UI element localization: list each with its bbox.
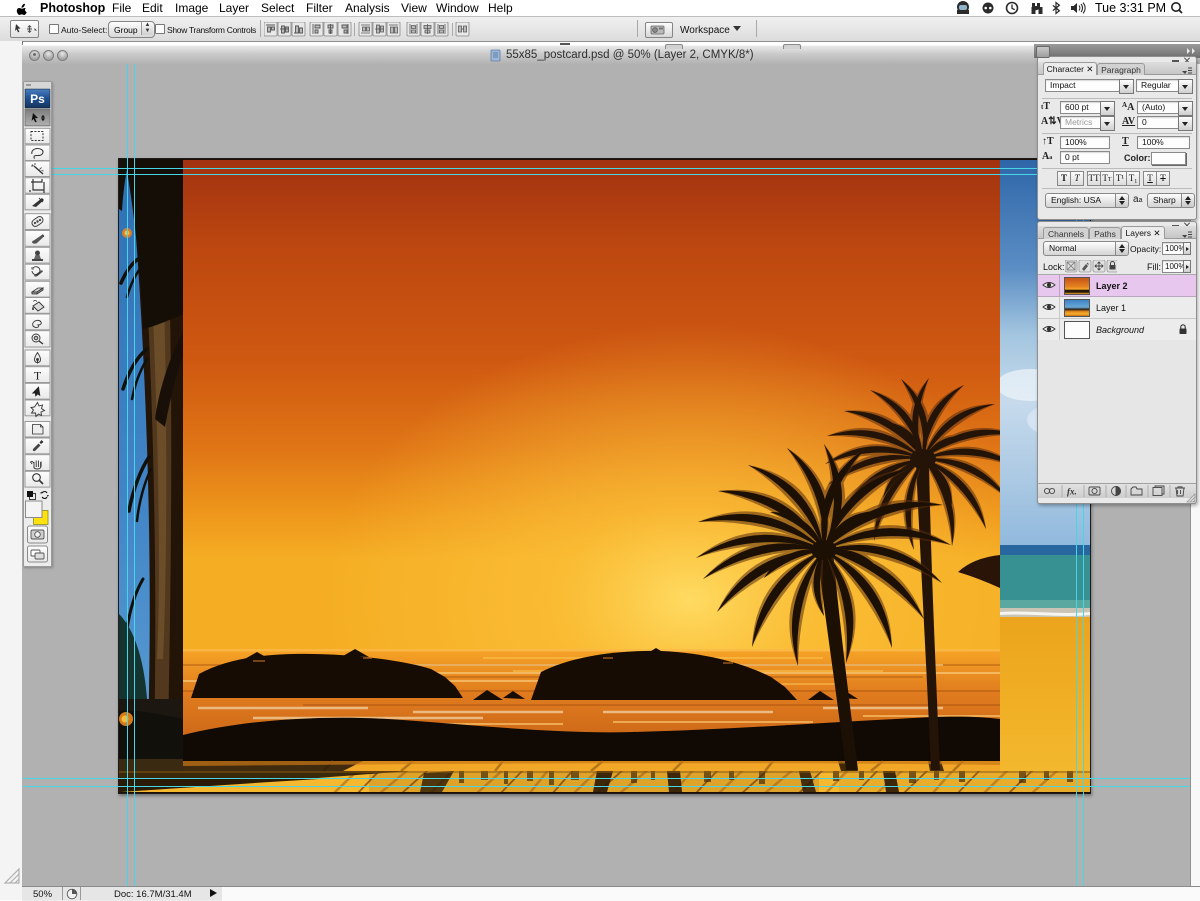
- svg-text:fx.: fx.: [1067, 487, 1077, 497]
- svg-text:T: T: [34, 369, 42, 383]
- svg-text:Ps: Ps: [30, 92, 45, 106]
- svg-text:Tue 3:31 PM: Tue 3:31 PM: [1095, 1, 1166, 15]
